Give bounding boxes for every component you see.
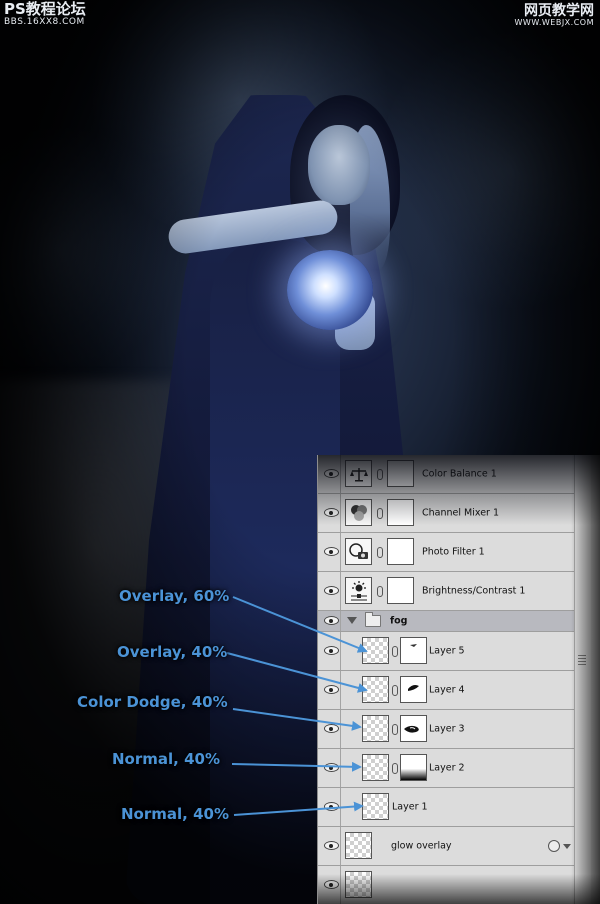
layer-mask-thumbnail[interactable] [387,460,414,487]
layer-thumbnail[interactable] [345,871,372,898]
eye-icon[interactable] [322,645,340,656]
chain-link-icon[interactable] [392,685,398,696]
layer-mask-thumbnail[interactable] [387,538,414,565]
watermark-right-url: WWW.WEBJX.COM [514,17,594,27]
layer-mask-thumbnail[interactable] [400,754,427,781]
watermark-left: PS教程论坛 BBS.16XX8.COM [4,0,86,27]
layer-thumbnail[interactable] [362,715,389,742]
chain-link-icon[interactable] [377,469,383,480]
row-divider [340,572,341,610]
layer-name: Layer 1 [392,801,428,813]
layer-name: Layer 5 [429,645,465,657]
layer-row-layer-1[interactable]: Layer 1 [318,788,574,827]
canvas-artwork: PS教程论坛 BBS.16XX8.COM 网页教学网 WWW.WEBJX.COM… [0,0,600,904]
glowing-orb [287,250,373,330]
eye-icon[interactable] [322,762,340,773]
eye-icon[interactable] [322,585,340,596]
row-divider [340,827,341,865]
row-divider [340,866,341,904]
watermark-right-title: 网页教学网 [524,3,594,19]
layer-mask-thumbnail[interactable] [387,499,414,526]
layer-thumbnail[interactable] [362,754,389,781]
layer-row-partial[interactable] [318,866,574,904]
layer-mask-thumbnail[interactable] [400,637,427,664]
eye-icon[interactable] [322,723,340,734]
layer-row-layer-2[interactable]: Layer 2 [318,749,574,788]
row-divider [340,494,341,532]
layers-scrollbar[interactable] [574,455,591,904]
layer-mask-thumbnail[interactable] [400,676,427,703]
callout-label-layer-2: Normal, 40% [112,750,220,768]
channel-mixer-icon [345,499,372,526]
layer-thumbnail[interactable] [362,637,389,664]
watermark-right: 网页教学网 WWW.WEBJX.COM [515,4,594,27]
chain-link-icon[interactable] [392,724,398,735]
layer-row-photo-filter[interactable]: Photo Filter 1 [318,533,574,572]
callout-label-layer-1: Normal, 40% [121,805,229,823]
photo-filter-icon [345,538,372,565]
layer-name: Layer 3 [429,723,465,735]
row-divider [340,533,341,571]
foliage [380,20,600,320]
eye-icon[interactable] [322,468,340,479]
eye-icon[interactable] [322,840,340,851]
eye-icon[interactable] [322,546,340,557]
group-name: fog [390,615,408,627]
layer-row-glow-overlay[interactable]: glow overlay [318,827,574,866]
layer-name: Brightness/Contrast 1 [422,585,526,597]
balance-scale-icon [345,460,372,487]
layer-mask-thumbnail[interactable] [400,715,427,742]
expand-arrow-icon[interactable] [563,844,571,849]
layer-thumbnail[interactable] [362,793,389,820]
smart-object-thumbnail[interactable] [345,832,372,859]
layer-row-layer-3[interactable]: Layer 3 [318,710,574,749]
folder-icon [365,612,381,627]
layer-thumbnail[interactable] [362,676,389,703]
chain-link-icon[interactable] [392,646,398,657]
layer-name: Channel Mixer 1 [422,507,500,519]
layers-panel: Color Balance 1 Channel Mixer 1 Photo Fi… [317,455,600,904]
eye-icon[interactable] [322,879,340,890]
layer-row-layer-4[interactable]: Layer 4 [318,671,574,710]
eye-icon[interactable] [322,684,340,695]
layer-group-fog[interactable]: fog [318,611,574,632]
callout-label-layer-4: Overlay, 40% [117,643,228,661]
layer-name: Color Balance 1 [422,468,497,480]
row-divider [340,788,341,826]
layer-row-brightness-contrast[interactable]: Brightness/Contrast 1 [318,572,574,611]
layer-row-layer-5[interactable]: Layer 5 [318,632,574,671]
callout-label-layer-5: Overlay, 60% [119,587,230,605]
chain-link-icon[interactable] [377,586,383,597]
brightness-contrast-icon [345,577,372,604]
layer-row-channel-mixer[interactable]: Channel Mixer 1 [318,494,574,533]
row-divider [340,455,341,493]
eye-icon[interactable] [322,801,340,812]
layer-mask-thumbnail[interactable] [387,577,414,604]
row-divider [340,710,341,748]
eye-icon[interactable] [322,615,340,626]
scrollbar-grip-icon[interactable] [578,655,586,667]
row-divider [340,749,341,787]
row-divider [340,611,341,631]
layer-name: Layer 2 [429,762,465,774]
face [308,125,370,205]
watermark-left-title: PS教程论坛 [4,0,86,18]
chain-link-icon[interactable] [392,763,398,774]
layer-effects-icon[interactable] [548,840,560,852]
layer-name: Photo Filter 1 [422,546,485,558]
row-divider [340,671,341,709]
expand-triangle-icon[interactable] [347,617,357,624]
layer-name: glow overlay [391,840,452,852]
chain-link-icon[interactable] [377,547,383,558]
watermark-left-url: BBS.16XX8.COM [4,16,85,27]
chain-link-icon[interactable] [377,508,383,519]
callout-label-layer-3: Color Dodge, 40% [77,693,228,711]
eye-icon[interactable] [322,507,340,518]
row-divider [340,632,341,670]
layer-row-color-balance[interactable]: Color Balance 1 [318,455,574,494]
layer-name: Layer 4 [429,684,465,696]
